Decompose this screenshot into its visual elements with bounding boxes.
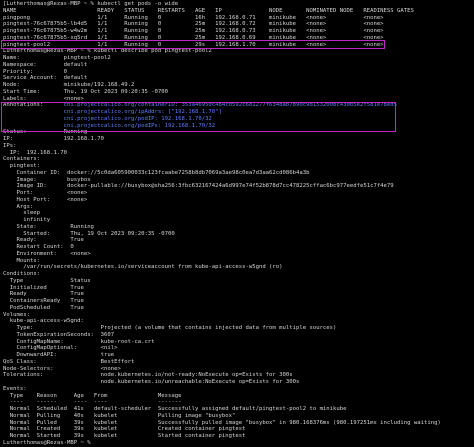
terminal-line: Labels: <none> <box>3 95 84 102</box>
terminal-line: Type Reason Age From Message <box>3 392 182 399</box>
terminal-line: Namespace: default <box>3 61 88 68</box>
terminal-line: ---- ------ ---- ---- ------- <box>3 399 182 406</box>
terminal-line: Host Port: <none> <box>3 196 88 203</box>
terminal-line: DownwardAPI: true <box>3 352 115 358</box>
terminal-line: pingtest-pool2 1/1 Running 0 29s 192.168… <box>3 41 384 48</box>
terminal-line: Mounts: <box>3 257 41 264</box>
terminal-line: pingtest: <box>3 163 41 169</box>
terminal-line: Containers: <box>3 156 41 163</box>
terminal-line: Lutherthomas@Rezas-MBP ~ % kubectl descr… <box>3 48 212 55</box>
terminal-line: Ready True <box>3 291 84 298</box>
terminal-line: Start Time: Thu, 19 Oct 2023 09:20:35 -0… <box>3 88 169 95</box>
terminal-line: Node: minikube/192.168.49.2 <box>3 82 135 88</box>
terminal-line: Name: pingtest-pool2 <box>3 55 111 61</box>
terminal-line: pingpong 1/1 Running 0 16h 192.168.0.71 … <box>3 14 384 21</box>
terminal-line: NAME READY STATUS RESTARTS AGE IP NODE N… <box>3 7 414 14</box>
terminal-line: Container ID: docker://5c0da605900033c12… <box>3 169 310 176</box>
terminal-line: IP: 192.168.1.70 <box>3 136 105 142</box>
terminal-line: Normal Created 39s kubelet Created conta… <box>3 426 246 433</box>
terminal-line: TokenExpirationSeconds: 3607 <box>3 331 115 338</box>
terminal-line: [Lutherthomas@Rezas-MBP ~ % kubectl get … <box>3 1 179 7</box>
terminal-line: Type: Projected (a volume that contains … <box>3 325 337 331</box>
terminal-line: sleep <box>3 210 41 217</box>
terminal-line: Initialized True <box>3 284 84 291</box>
terminal-line: IPs: <box>3 142 17 149</box>
terminal-line: pingtest-76c67875b5-w4w2m 1/1 Running 0 … <box>3 28 384 34</box>
terminal-line: Conditions: <box>3 271 41 277</box>
terminal-line: ConfigMapOptional: <nil> <box>3 345 118 352</box>
terminal-line: Normal Scheduled 41s default-scheduler S… <box>3 406 347 412</box>
terminal-line: pingtest-76c67875b5-xq5rd 1/1 Running 0 … <box>3 34 384 41</box>
terminal-line: QoS Class: BestEffort <box>3 358 135 365</box>
terminal-line: Restart Count: 0 <box>3 244 74 250</box>
terminal-line: Environment: <none> <box>3 250 91 257</box>
terminal-line: Args: <box>3 203 34 210</box>
terminal-line: Port: <none> <box>3 190 88 196</box>
terminal-line: Lutherthomas@Rezas-MBP ~ % <box>3 439 94 446</box>
terminal-line: Events: <box>3 385 27 392</box>
terminal-line: Service Account: default <box>3 75 88 82</box>
terminal-line: Volumes: <box>3 311 30 318</box>
terminal-line: Priority: 0 <box>3 68 67 75</box>
terminal-line: ConfigMapName: kube-root-ca.crt <box>3 338 155 345</box>
terminal-line: Normal Pulling 40s kubelet Pulling image… <box>3 412 236 419</box>
terminal-line: cni.projectcalico.org/ipAddrs: ["192.168… <box>63 109 222 115</box>
terminal-line: Image ID: docker-pullable://busybox@sha2… <box>3 183 394 190</box>
terminal-line: State: Running <box>3 223 94 230</box>
terminal-line: Node-Selectors: <none> <box>3 365 121 372</box>
terminal-line: cni.projectcalico.org/podIP: 192.168.1.7… <box>63 115 212 122</box>
terminal-line: Status: Running <box>3 129 88 136</box>
terminal-window[interactable]: [Lutherthomas@Rezas-MBP ~ % kubectl get … <box>0 0 474 446</box>
terminal-line: pingtest-76c67875b5-lb4d5 1/1 Running 0 … <box>3 21 384 28</box>
terminal-line: IP: 192.168.1.70 <box>3 149 67 156</box>
terminal-line: Image: busybox <box>3 176 91 183</box>
terminal-line: Ready: True <box>3 237 84 244</box>
terminal-line: Type Status <box>3 277 91 284</box>
terminal-line: cni.projectcalico.org/podIPs: 192.168.1.… <box>63 122 216 129</box>
terminal-line: ContainersReady True <box>3 298 84 304</box>
terminal-line: Started: Thu, 19 Oct 2023 09:20:35 -0700 <box>3 230 175 237</box>
terminal-line: /var/run/secrets/kubernetes.io/serviceac… <box>3 264 283 271</box>
terminal-line: Normal Pulled 39s kubelet Successfully p… <box>3 419 441 426</box>
terminal-line: Tolerations: node.kubernetes.io/not-read… <box>3 372 293 379</box>
terminal-line: kube-api-access-w5gnd: <box>3 318 84 325</box>
terminal-line: node.kubernetes.io/unreachable:NoExecute… <box>3 379 300 385</box>
terminal-line: PodScheduled True <box>3 304 84 311</box>
terminal-line: Annotations: cni.projectcalico.org/conta… <box>3 102 398 109</box>
terminal-line: infinity <box>3 217 51 223</box>
